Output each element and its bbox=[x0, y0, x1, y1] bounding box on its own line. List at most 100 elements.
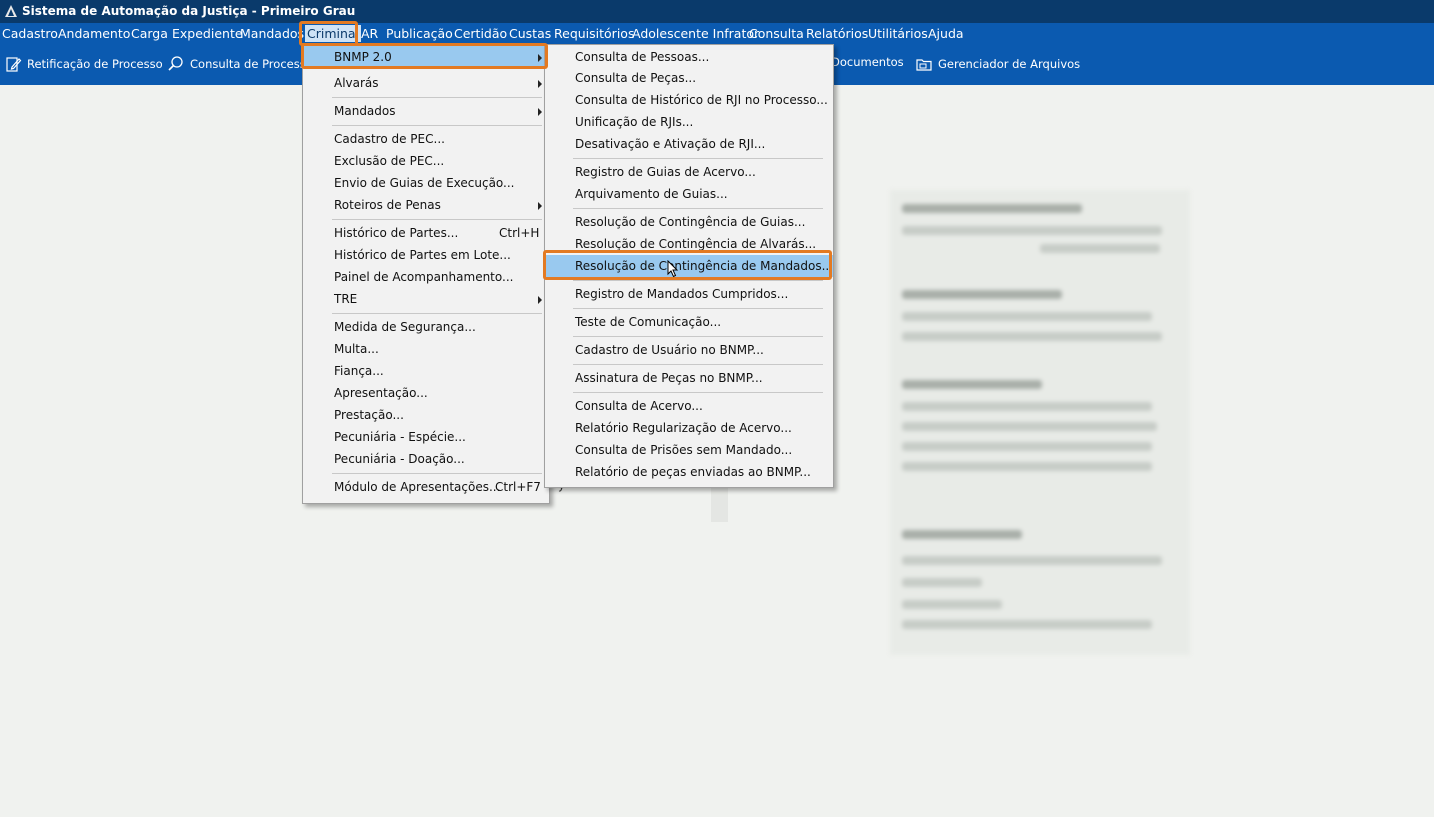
menu-andamento[interactable]: Andamento bbox=[58, 26, 130, 41]
submenu-item-teste-comunicacao[interactable]: Teste de Comunicação... bbox=[545, 311, 833, 333]
consulta-processos-label: Consulta de Processos bbox=[190, 57, 319, 71]
menu-requisitorios[interactable]: Requisitórios bbox=[554, 26, 634, 41]
menu-item-apresentacao[interactable]: Apresentação... bbox=[303, 382, 549, 404]
menu-item-tre[interactable]: TRE bbox=[303, 288, 549, 310]
menu-separator bbox=[573, 308, 823, 309]
submenu-item-prisoes-sem-mandado[interactable]: Consulta de Prisões sem Mandado... bbox=[545, 439, 833, 461]
menu-item-fianca[interactable]: Fiança... bbox=[303, 360, 549, 382]
submenu-item-historico-rji[interactable]: Consulta de Histórico de RJI no Processo… bbox=[545, 89, 833, 111]
menu-item-label: Roteiros de Penas bbox=[334, 198, 441, 212]
menu-separator bbox=[573, 336, 823, 337]
edit-document-icon bbox=[6, 57, 22, 72]
submenu-item-relatorio-regularizacao[interactable]: Relatório Regularização de Acervo... bbox=[545, 417, 833, 439]
menu-item-label: TRE bbox=[334, 292, 358, 306]
menu-item-label: Apresentação... bbox=[334, 386, 428, 400]
menu-item-medida-seguranca[interactable]: Medida de Segurança... bbox=[303, 316, 549, 338]
folder-icon bbox=[916, 59, 932, 71]
menu-custas[interactable]: Custas bbox=[509, 26, 551, 41]
documentos-button[interactable]: Documentos bbox=[831, 55, 904, 69]
menu-item-pecuniaria-especie[interactable]: Pecuniária - Espécie... bbox=[303, 426, 549, 448]
submenu-arrow-icon bbox=[538, 80, 542, 88]
menu-item-label: Pecuniária - Doação... bbox=[334, 452, 465, 466]
submenu-item-assinatura-pecas[interactable]: Assinatura de Peças no BNMP... bbox=[545, 367, 833, 389]
menu-utilitarios[interactable]: Utilitários bbox=[868, 26, 928, 41]
app-logo-icon bbox=[5, 5, 17, 17]
submenu-arrow-icon bbox=[538, 296, 542, 304]
menu-item-label: Registro de Mandados Cumpridos... bbox=[575, 287, 789, 301]
menu-item-envio-guias[interactable]: Envio de Guias de Execução... bbox=[303, 172, 549, 194]
menu-separator bbox=[332, 473, 542, 474]
menu-item-prestacao[interactable]: Prestação... bbox=[303, 404, 549, 426]
blurred-panel bbox=[890, 190, 1190, 655]
highlight-bnmp-item bbox=[301, 43, 548, 69]
criminal-dropdown-menu: BNMP 2.0 Alvarás Mandados Cadastro de PE… bbox=[302, 44, 550, 504]
gerenciador-arquivos-label: Gerenciador de Arquivos bbox=[938, 57, 1081, 71]
menu-ajuda[interactable]: Ajuda bbox=[928, 26, 964, 41]
menu-item-historico-partes[interactable]: Histórico de Partes... Ctrl+H bbox=[303, 222, 549, 244]
submenu-arrow-icon bbox=[538, 108, 542, 116]
menu-item-shortcut: Ctrl+H bbox=[499, 226, 540, 240]
menu-item-label: Teste de Comunicação... bbox=[575, 315, 722, 329]
menu-consulta[interactable]: Consulta bbox=[749, 26, 804, 41]
menu-item-label: Consulta de Prisões sem Mandado... bbox=[575, 443, 793, 457]
menu-relatorios[interactable]: Relatórios bbox=[806, 26, 868, 41]
menu-item-label: Desativação e Ativação de RJI... bbox=[575, 137, 766, 151]
submenu-item-arquivamento-guias[interactable]: Arquivamento de Guias... bbox=[545, 183, 833, 205]
submenu-item-consulta-acervo[interactable]: Consulta de Acervo... bbox=[545, 395, 833, 417]
submenu-item-desativacao-rji[interactable]: Desativação e Ativação de RJI... bbox=[545, 133, 833, 155]
menu-cadastro[interactable]: Cadastro bbox=[2, 26, 58, 41]
menu-item-label: Consulta de Peças... bbox=[575, 71, 697, 85]
menu-item-label: Relatório de peças enviadas ao BNMP... bbox=[575, 465, 811, 479]
menu-item-label: Fiança... bbox=[334, 364, 384, 378]
menu-separator bbox=[332, 313, 542, 314]
mouse-cursor-icon bbox=[667, 260, 679, 278]
menu-item-label: Histórico de Partes... bbox=[334, 226, 459, 240]
menu-carga[interactable]: Carga bbox=[131, 26, 168, 41]
menu-item-label: Unificação de RJIs... bbox=[575, 115, 694, 129]
title-bar: Sistema de Automação da Justiça - Primei… bbox=[0, 0, 1434, 23]
menu-item-label: Consulta de Pessoas... bbox=[575, 50, 710, 64]
gerenciador-arquivos-button[interactable]: Gerenciador de Arquivos bbox=[915, 55, 1080, 73]
menu-item-label: Prestação... bbox=[334, 408, 404, 422]
menu-separator bbox=[573, 392, 823, 393]
menu-item-mandados[interactable]: Mandados bbox=[303, 100, 549, 122]
menu-separator bbox=[573, 208, 823, 209]
submenu-item-registro-guias[interactable]: Registro de Guias de Acervo... bbox=[545, 161, 833, 183]
menu-item-label: Consulta de Histórico de RJI no Processo… bbox=[575, 93, 828, 107]
submenu-item-consulta-pecas[interactable]: Consulta de Peças... bbox=[545, 67, 833, 89]
submenu-item-unificacao-rjis[interactable]: Unificação de RJIs... bbox=[545, 111, 833, 133]
menu-item-label: Cadastro de Usuário no BNMP... bbox=[575, 343, 764, 357]
menu-item-pecuniaria-doacao[interactable]: Pecuniária - Doação... bbox=[303, 448, 549, 470]
menu-item-historico-partes-lote[interactable]: Histórico de Partes em Lote... bbox=[303, 244, 549, 266]
menu-item-label: Resolução de Contingência de Guias... bbox=[575, 215, 806, 229]
menu-item-roteiros-penas[interactable]: Roteiros de Penas bbox=[303, 194, 549, 216]
menu-item-label: Registro de Guias de Acervo... bbox=[575, 165, 756, 179]
menu-bar: Cadastro Andamento Carga Expediente Mand… bbox=[0, 23, 1434, 44]
submenu-item-cadastro-usuario[interactable]: Cadastro de Usuário no BNMP... bbox=[545, 339, 833, 361]
submenu-item-registro-mandados-cumpridos[interactable]: Registro de Mandados Cumpridos... bbox=[545, 283, 833, 305]
retificacao-processo-button[interactable]: Retificação de Processo bbox=[4, 55, 163, 73]
scrollbar-stub bbox=[711, 487, 728, 522]
menu-item-label: Pecuniária - Espécie... bbox=[334, 430, 466, 444]
consulta-processos-button[interactable]: Consulta de Processos bbox=[167, 55, 319, 73]
menu-item-label: Alvarás bbox=[334, 76, 379, 90]
menu-item-modulo-apresentacoes[interactable]: Módulo de Apresentações... Ctrl+F7 bbox=[303, 476, 549, 498]
menu-adolescente-infrator[interactable]: Adolescente Infrator bbox=[632, 26, 759, 41]
menu-publicacao[interactable]: Publicação bbox=[386, 26, 453, 41]
menu-certidao[interactable]: Certidão bbox=[454, 26, 507, 41]
menu-item-cadastro-pec[interactable]: Cadastro de PEC... bbox=[303, 128, 549, 150]
menu-item-exclusao-pec[interactable]: Exclusão de PEC... bbox=[303, 150, 549, 172]
menu-item-label: Envio de Guias de Execução... bbox=[334, 176, 515, 190]
menu-item-painel-acompanhamento[interactable]: Painel de Acompanhamento... bbox=[303, 266, 549, 288]
menu-separator bbox=[573, 364, 823, 365]
menu-ar[interactable]: AR bbox=[361, 26, 378, 41]
submenu-item-consulta-pessoas[interactable]: Consulta de Pessoas... bbox=[545, 46, 833, 68]
submenu-item-relatorio-pecas-enviadas[interactable]: Relatório de peças enviadas ao BNMP... bbox=[545, 461, 833, 483]
menu-item-multa[interactable]: Multa... bbox=[303, 338, 549, 360]
menu-expediente[interactable]: Expediente bbox=[172, 26, 243, 41]
menu-separator bbox=[573, 158, 823, 159]
menu-item-alvaras[interactable]: Alvarás bbox=[303, 72, 549, 94]
menu-mandados[interactable]: Mandados bbox=[240, 26, 304, 41]
menu-item-label: Módulo de Apresentações... bbox=[334, 480, 501, 494]
submenu-item-contingencia-guias[interactable]: Resolução de Contingência de Guias... bbox=[545, 211, 833, 233]
